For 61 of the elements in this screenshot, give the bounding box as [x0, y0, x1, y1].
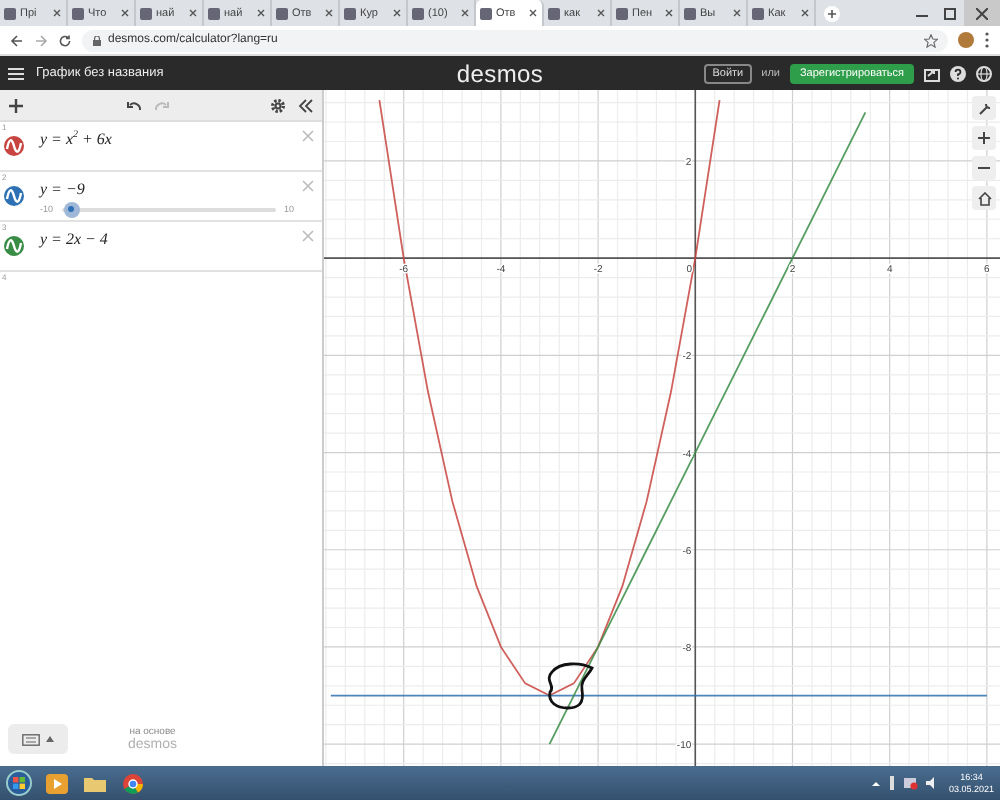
network-icon[interactable]	[904, 776, 919, 790]
close-icon[interactable]	[460, 8, 470, 18]
home-icon[interactable]	[972, 186, 996, 210]
help-icon[interactable]	[950, 65, 966, 81]
curve-style-icon[interactable]	[3, 186, 23, 206]
undo-icon[interactable]	[125, 97, 141, 113]
page-icon	[480, 7, 492, 19]
curve-style-icon[interactable]	[3, 236, 23, 256]
reload-icon[interactable]	[58, 33, 72, 47]
close-icon[interactable]	[800, 8, 810, 18]
profile-avatar[interactable]	[958, 32, 974, 48]
close-icon[interactable]	[528, 8, 538, 18]
start-icon[interactable]	[6, 770, 32, 796]
page-icon	[548, 7, 560, 19]
page-icon	[412, 7, 424, 19]
keyboard-icon	[22, 733, 40, 745]
page-icon	[72, 7, 84, 19]
close-icon[interactable]	[52, 8, 62, 18]
menu-icon[interactable]	[984, 32, 990, 48]
add-icon[interactable]	[8, 97, 24, 113]
settings-icon[interactable]	[270, 97, 286, 113]
page-icon	[276, 7, 288, 19]
close-icon[interactable]	[596, 8, 606, 18]
page-icon	[4, 7, 16, 19]
close-icon[interactable]	[732, 8, 742, 18]
graph-settings-icon[interactable]	[972, 96, 996, 120]
zoom-out-icon[interactable]	[972, 156, 996, 180]
share-icon[interactable]	[924, 65, 940, 81]
back-icon[interactable]	[10, 33, 24, 47]
expression-text[interactable]: y = x$^{2}$ + 6x	[40, 130, 294, 148]
lock-icon	[92, 35, 102, 45]
close-icon[interactable]	[120, 8, 130, 18]
expression-text[interactable]: y = 2x − 4	[40, 230, 294, 248]
caret-icon	[46, 736, 54, 742]
star-icon[interactable]	[924, 33, 938, 47]
close-icon[interactable]	[664, 8, 674, 18]
page-icon	[616, 7, 628, 19]
expression-text[interactable]: y = −9	[40, 180, 294, 198]
media-player-icon[interactable]	[44, 771, 70, 795]
page-icon	[208, 7, 220, 19]
tray-arrow-icon[interactable]	[872, 779, 881, 787]
globe-icon[interactable]	[976, 65, 992, 81]
close-icon[interactable]	[324, 8, 334, 18]
collapse-icon[interactable]	[298, 97, 314, 113]
close-icon[interactable]	[256, 8, 266, 18]
close-icon[interactable]	[964, 0, 1000, 26]
hand-drawn-loop-drawing	[547, 662, 594, 710]
page-icon	[684, 7, 696, 19]
zoom-in-icon[interactable]	[972, 126, 996, 150]
menu-icon[interactable]	[8, 65, 24, 81]
page-icon	[344, 7, 356, 19]
close-icon[interactable]	[392, 8, 402, 18]
slider-thumb[interactable]	[63, 201, 80, 217]
keyboard-button[interactable]	[8, 724, 68, 754]
page-icon	[752, 7, 764, 19]
new-tab-icon[interactable]	[824, 5, 840, 21]
desmos-logo: desmos	[456, 59, 544, 87]
curve-style-icon[interactable]	[3, 136, 23, 156]
close-icon[interactable]	[188, 8, 198, 18]
page-icon	[140, 7, 152, 19]
chrome-icon[interactable]	[120, 771, 146, 795]
